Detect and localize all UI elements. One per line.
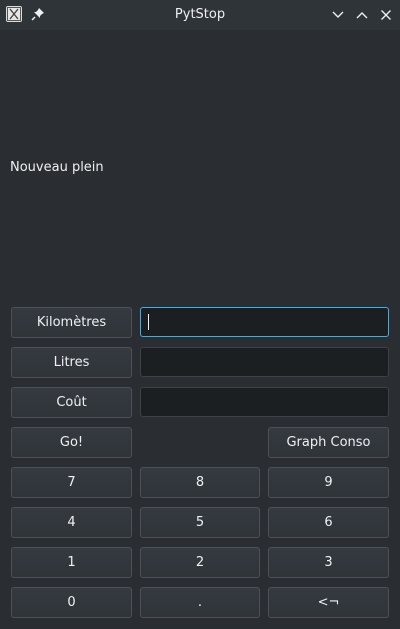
text-caret (148, 314, 149, 330)
kilometres-input[interactable] (140, 307, 389, 337)
nouveau-plein-label: Nouveau plein (10, 160, 104, 175)
cout-input[interactable] (140, 387, 389, 417)
litres-input[interactable] (140, 347, 389, 377)
app-icon[interactable] (6, 6, 22, 22)
cout-button[interactable]: Coût (11, 387, 132, 418)
key-5-button[interactable]: 5 (140, 507, 260, 538)
pin-icon[interactable] (30, 6, 46, 22)
graph-conso-button[interactable]: Graph Conso (268, 427, 389, 458)
key-dot-button[interactable]: . (140, 587, 260, 618)
kilometres-button[interactable]: Kilomètres (11, 307, 132, 338)
key-8-button[interactable]: 8 (140, 467, 260, 498)
minimize-icon (332, 11, 344, 18)
key-2-button[interactable]: 2 (140, 547, 260, 578)
title-bar[interactable]: PytStop (0, 0, 400, 30)
go-button[interactable]: Go! (11, 427, 132, 458)
key-7-button[interactable]: 7 (11, 467, 132, 498)
key-9-button[interactable]: 9 (268, 467, 389, 498)
key-0-button[interactable]: 0 (11, 587, 132, 618)
key-6-button[interactable]: 6 (268, 507, 389, 538)
maximize-button[interactable] (352, 5, 372, 25)
key-backspace-button[interactable]: <¬ (268, 587, 389, 618)
close-button[interactable] (376, 5, 396, 25)
key-4-button[interactable]: 4 (11, 507, 132, 538)
key-1-button[interactable]: 1 (11, 547, 132, 578)
litres-button[interactable]: Litres (11, 347, 132, 378)
key-3-button[interactable]: 3 (268, 547, 389, 578)
maximize-icon (356, 12, 368, 19)
close-icon (381, 10, 391, 20)
minimize-button[interactable] (328, 5, 348, 25)
